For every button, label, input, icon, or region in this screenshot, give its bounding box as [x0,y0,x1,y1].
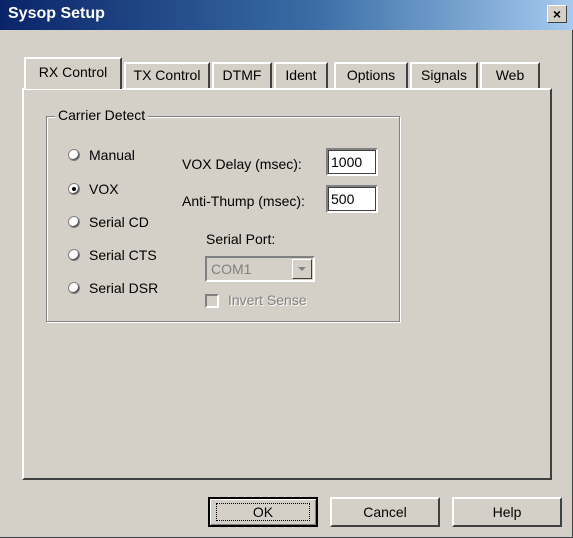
radio-label: VOX [89,181,119,197]
chevron-down-icon[interactable] [292,259,312,279]
tab-ident[interactable]: Ident [274,62,328,88]
radio-button-icon[interactable] [68,249,80,261]
help-label: Help [492,504,522,520]
tab-web[interactable]: Web [480,62,540,88]
radio-button-icon[interactable] [68,216,80,228]
tab-label: Signals [421,67,467,83]
anti-thump-label: Anti-Thump (msec): [182,193,305,209]
title-bar[interactable]: Sysop Setup × [0,0,573,30]
radio-serial-dsr[interactable]: Serial DSR [68,278,158,298]
radio-label: Serial CD [89,214,149,230]
radio-serial-cts[interactable]: Serial CTS [68,245,157,265]
tab-label: TX Control [133,67,201,83]
tab-signals[interactable]: Signals [410,62,478,88]
invert-sense-label: Invert Sense [228,292,307,308]
tab-label: Ident [285,67,317,83]
tab-label: RX Control [38,64,108,80]
serial-port-label: Serial Port: [206,231,276,247]
ok-button[interactable]: OK [208,497,318,527]
radio-vox[interactable]: VOX [68,179,119,199]
tab-label: Web [495,67,525,83]
sysop-setup-dialog: Sysop Setup × RX Control TX Control DTMF… [0,0,573,538]
vox-delay-input[interactable] [326,148,378,176]
serial-port-select[interactable]: COM1 [205,256,315,282]
radio-label: Serial CTS [89,247,157,263]
tab-label: Options [346,67,396,83]
tab-options[interactable]: Options [334,62,408,88]
anti-thump-input[interactable] [326,185,378,213]
radio-label: Serial DSR [89,280,159,296]
cancel-label: Cancel [363,504,407,520]
serial-port-value: COM1 [211,261,252,277]
radio-button-checked-icon[interactable] [68,183,80,195]
carrier-detect-legend: Carrier Detect [55,107,149,123]
radio-serial-cd[interactable]: Serial CD [68,212,149,232]
help-button[interactable]: Help [452,497,562,527]
tab-tx-control[interactable]: TX Control [124,62,210,88]
window-title: Sysop Setup [8,5,105,22]
radio-button-icon[interactable] [68,282,80,294]
close-button[interactable]: × [547,5,567,23]
tab-rx-control[interactable]: RX Control [24,57,122,89]
invert-sense-checkbox[interactable] [205,294,219,308]
radio-manual[interactable]: Manual [68,145,135,165]
tab-dtmf[interactable]: DTMF [212,62,272,88]
cancel-button[interactable]: Cancel [330,497,440,527]
radio-button-icon[interactable] [68,149,80,161]
focus-rect [216,503,310,521]
close-icon: × [552,6,562,22]
radio-label: Manual [89,147,135,163]
tab-label: DTMF [222,67,262,83]
vox-delay-label: VOX Delay (msec): [182,156,302,172]
